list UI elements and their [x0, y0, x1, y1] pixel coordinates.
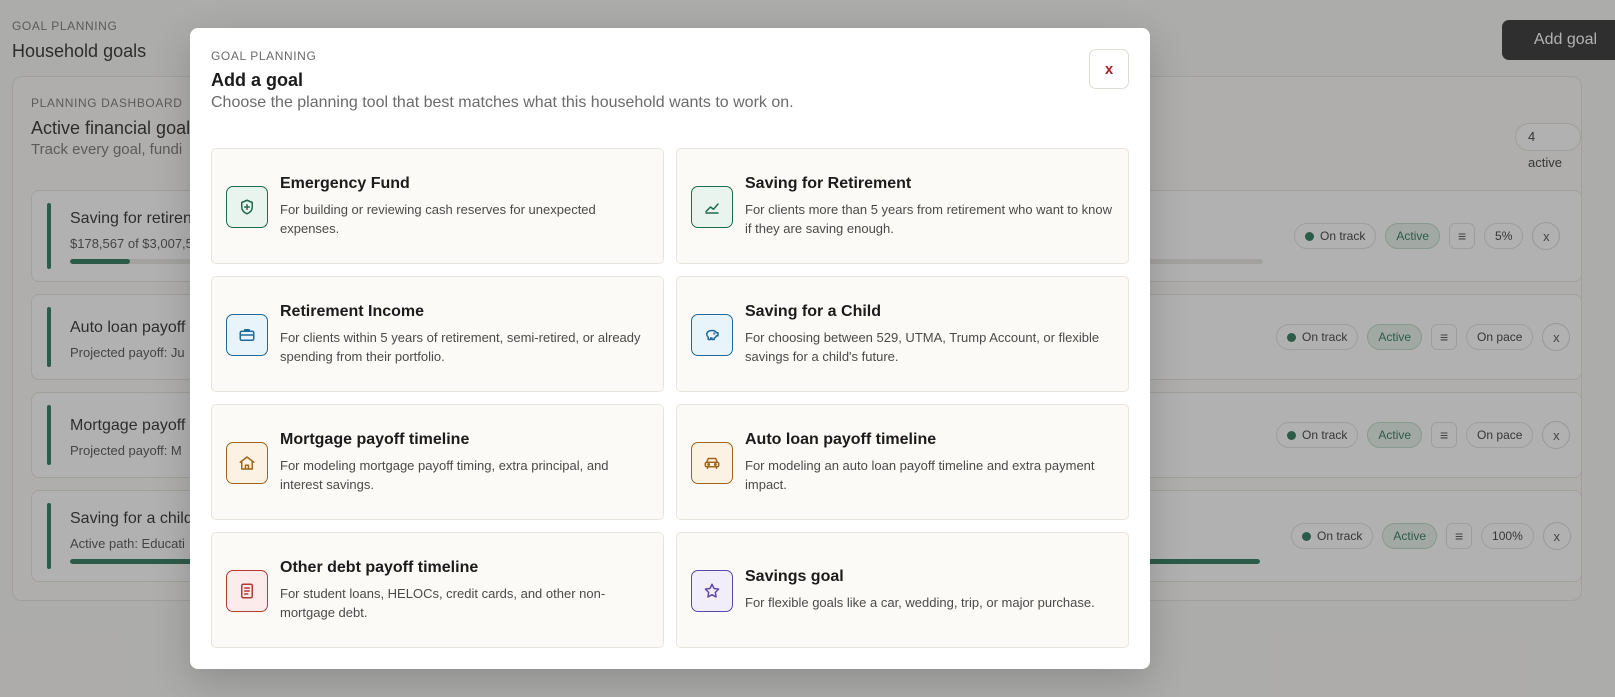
goal-option-other-debt-payoff[interactable]: Other debt payoff timeline For student l…	[211, 532, 664, 648]
modal-close-button[interactable]: x	[1089, 49, 1129, 89]
option-description: For modeling an auto loan payoff timelin…	[745, 457, 1095, 492]
option-description: For student loans, HELOCs, credit cards,…	[280, 585, 606, 620]
option-title: Savings goal	[745, 568, 844, 585]
option-title: Auto loan payoff timeline	[745, 430, 937, 448]
option-title: Saving for a Child	[745, 302, 882, 320]
add-goal-dialog: GOAL PLANNING Add a goal Choose the plan…	[190, 28, 1150, 669]
goal-option-auto-loan-payoff[interactable]: Auto loan payoff timeline For modeling a…	[676, 404, 1129, 520]
option-description: For modeling mortgage payoff timing, ext…	[280, 457, 609, 492]
goal-option-saving-for-retirement[interactable]: Saving for Retirement For clients more t…	[676, 148, 1129, 264]
option-description: For building or reviewing cash reserves …	[280, 201, 596, 236]
goal-option-mortgage-payoff[interactable]: Mortgage payoff timeline For modeling mo…	[211, 404, 664, 520]
option-description: For choosing between 529, UTMA, Trump Ac…	[745, 329, 1100, 364]
option-title: Saving for Retirement	[745, 174, 912, 192]
goal-option-savings-goal[interactable]: Savings goal For flexible goals like a c…	[676, 532, 1129, 648]
option-description: For clients within 5 years of retirement…	[280, 329, 641, 364]
house-icon	[226, 442, 268, 484]
option-description: For flexible goals like a car, wedding, …	[745, 595, 1095, 610]
option-title: Other debt payoff timeline	[280, 558, 479, 576]
shield-plus-icon	[226, 186, 268, 228]
modal-eyebrow: GOAL PLANNING	[211, 49, 317, 63]
option-title: Mortgage payoff timeline	[280, 430, 470, 448]
modal-description: Choose the planning tool that best match…	[211, 94, 794, 111]
goal-option-retirement-income[interactable]: Retirement Income For clients within 5 y…	[211, 276, 664, 392]
modal-title: Add a goal	[211, 70, 304, 90]
star-icon	[691, 570, 733, 612]
trending-up-icon	[691, 186, 733, 228]
piggy-bank-icon	[691, 314, 733, 356]
document-icon	[226, 570, 268, 612]
option-title: Emergency Fund	[280, 174, 410, 192]
briefcase-icon	[226, 314, 268, 356]
option-description: For clients more than 5 years from retir…	[745, 201, 1113, 236]
car-icon	[691, 442, 733, 484]
goal-option-saving-for-a-child[interactable]: Saving for a Child For choosing between …	[676, 276, 1129, 392]
goal-option-emergency-fund[interactable]: Emergency Fund For building or reviewing…	[211, 148, 664, 264]
option-title: Retirement Income	[280, 302, 425, 320]
